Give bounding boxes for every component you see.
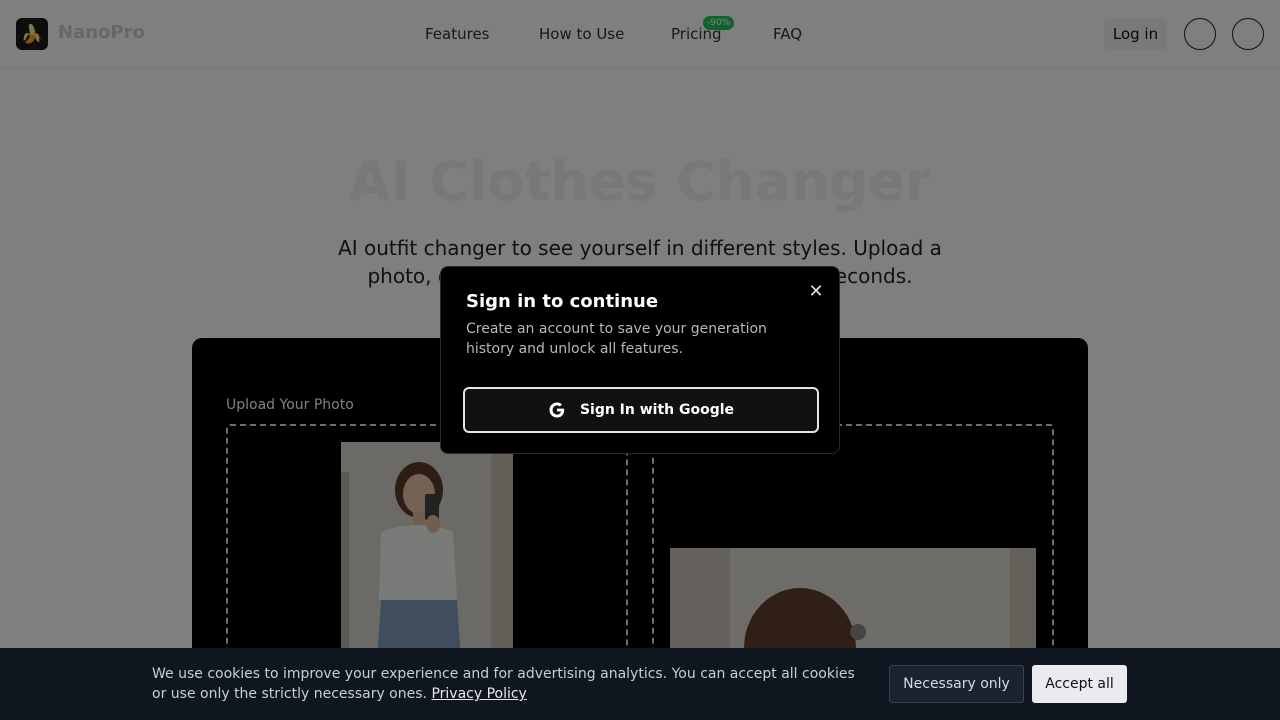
close-icon[interactable]: ✕ (807, 283, 825, 301)
cookie-text: We use cookies to improve your experienc… (152, 664, 872, 704)
sign-in-modal: Sign in to continue Create an account to… (440, 266, 840, 454)
modal-description: Create an account to save your generatio… (466, 321, 767, 357)
necessary-only-button[interactable]: Necessary only (889, 665, 1024, 703)
accept-all-button[interactable]: Accept all (1032, 665, 1127, 703)
modal-title: Sign in to continue (466, 291, 659, 312)
google-sign-in-label: Sign In with Google (579, 402, 735, 418)
google-sign-in-button[interactable]: Sign In with Google (463, 387, 819, 433)
privacy-policy-link[interactable]: Privacy Policy (431, 686, 526, 702)
google-icon (549, 402, 565, 418)
